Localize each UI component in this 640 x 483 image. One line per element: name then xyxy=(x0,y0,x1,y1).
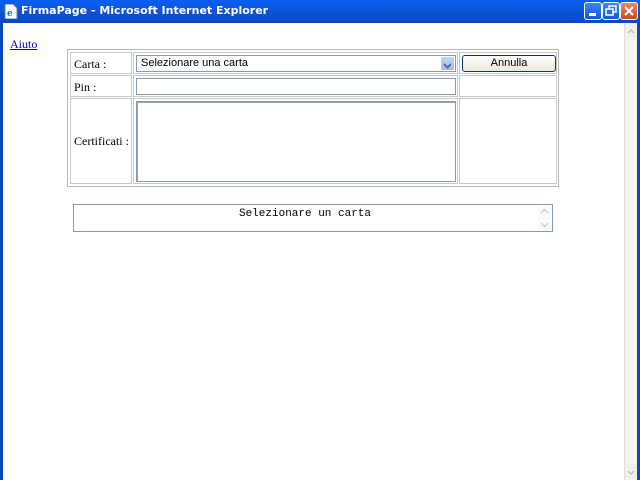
chevron-down-icon[interactable] xyxy=(441,57,454,70)
status-message-box[interactable]: Selezionare un carta xyxy=(73,204,553,232)
chevron-down-icon xyxy=(627,470,635,475)
certificates-label: Certificati : xyxy=(74,134,129,148)
card-select-value: Selezionare una carta xyxy=(141,57,249,69)
card-label: Carta : xyxy=(74,57,107,71)
signature-form-table: Carta : Selezionare una carta Annulla Pi… xyxy=(67,49,559,187)
restore-icon xyxy=(605,5,617,16)
card-select-cell: Selezionare una carta xyxy=(133,52,458,74)
ie-page-icon: e xyxy=(4,3,18,20)
pin-label-cell: Pin : xyxy=(70,75,132,97)
certificates-list-cell xyxy=(133,98,458,184)
minimize-icon xyxy=(589,13,596,16)
certificates-label-cell: Certificati : xyxy=(70,98,132,184)
scroll-down-button[interactable] xyxy=(625,464,637,478)
status-scrollbar[interactable] xyxy=(538,206,551,230)
pin-input-cell xyxy=(133,75,458,97)
svg-text:e: e xyxy=(7,9,13,19)
scroll-up-button[interactable] xyxy=(625,24,637,38)
pin-label: Pin : xyxy=(74,80,97,94)
restore-button[interactable] xyxy=(602,2,620,20)
close-icon xyxy=(624,6,634,16)
page-scrollbar[interactable] xyxy=(624,23,637,480)
close-button[interactable] xyxy=(620,2,638,20)
chevron-up-icon xyxy=(627,29,635,34)
scroll-arrows-icon xyxy=(540,208,549,228)
page-content: Aiuto Carta : Selezionare una carta Annu… xyxy=(3,23,624,480)
help-link[interactable]: Aiuto xyxy=(10,37,37,52)
window-title: FirmaPage - Microsoft Internet Explorer xyxy=(21,4,269,17)
card-select[interactable]: Selezionare una carta xyxy=(136,55,456,72)
card-label-cell: Carta : xyxy=(70,52,132,74)
cancel-button-cell: Annulla xyxy=(459,52,557,74)
cancel-button[interactable]: Annulla xyxy=(462,55,556,72)
empty-cell-certificates xyxy=(459,98,557,184)
pin-input[interactable] xyxy=(136,78,456,95)
window-title-bar[interactable]: e FirmaPage - Microsoft Internet Explore… xyxy=(0,0,640,23)
empty-cell-pin xyxy=(459,75,557,97)
certificates-list[interactable] xyxy=(136,101,456,182)
minimize-button[interactable] xyxy=(584,2,602,20)
status-message: Selezionare un carta xyxy=(238,208,372,220)
